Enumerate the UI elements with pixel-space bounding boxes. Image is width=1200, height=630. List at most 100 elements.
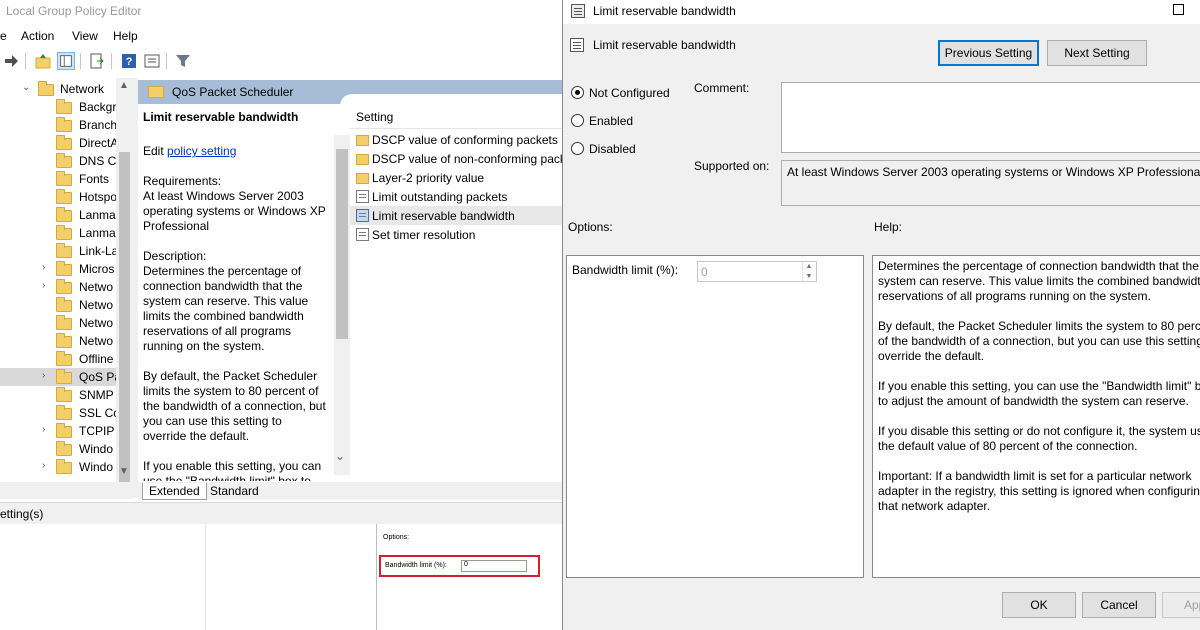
tree-item[interactable]: SSL Co (0, 404, 133, 422)
tree-item-label: Windo (79, 460, 114, 474)
expand-chevron-icon[interactable]: › (42, 424, 45, 435)
folder-icon (56, 279, 72, 294)
tree-item[interactable]: Netwo (0, 296, 133, 314)
status-bar: etting(s) (0, 502, 562, 524)
properties-icon[interactable] (143, 52, 161, 70)
folder-icon (56, 423, 72, 438)
filter-icon[interactable] (174, 52, 192, 70)
tree-item[interactable]: › Micros (0, 260, 133, 278)
setting-label: DSCP value of conforming packets (372, 133, 558, 147)
cancel-button[interactable]: Cancel (1082, 592, 1156, 618)
tree-item[interactable]: Offline (0, 350, 133, 368)
bandwidth-limit-value[interactable]: 0 (701, 265, 708, 279)
tree-item[interactable]: Hotspo (0, 188, 133, 206)
setting-row[interactable]: DSCP value of conforming packets (350, 130, 562, 149)
expand-chevron-icon[interactable]: ⌄ (22, 82, 30, 93)
scroll-up-icon[interactable]: ▲ (119, 80, 129, 91)
policy-icon (571, 4, 585, 18)
tree-item-label: Link-La (79, 244, 119, 258)
export-list-icon[interactable] (88, 52, 106, 70)
radio-dot[interactable] (571, 114, 584, 127)
menu-help[interactable]: Help (113, 29, 138, 43)
setting-row[interactable]: Limit outstanding packets (350, 187, 562, 206)
description-scrollbar[interactable]: ⌄ (334, 135, 350, 475)
tree-item-label: Offline (79, 352, 114, 366)
up-folder-icon[interactable] (34, 52, 52, 70)
expand-chevron-icon[interactable]: › (42, 280, 45, 291)
scroll-down-icon[interactable]: ▼ (119, 466, 129, 477)
settings-column-header[interactable]: Setting (356, 110, 393, 124)
ok-button[interactable]: OK (1002, 592, 1076, 618)
folder-icon (56, 207, 72, 222)
qos-header-title: QoS Packet Scheduler (172, 85, 294, 99)
tree-item[interactable]: Lanma (0, 224, 133, 242)
tree-item[interactable]: DNS C (0, 152, 133, 170)
help-paragraph: If you enable this setting, you can use … (878, 379, 1200, 409)
next-setting-button[interactable]: Next Setting (1047, 40, 1147, 66)
setting-row[interactable]: Limit reservable bandwidth (350, 206, 562, 225)
tree-item[interactable]: Netwo (0, 332, 133, 350)
help-icon[interactable]: ? (120, 52, 138, 70)
menu-action[interactable]: Action (21, 29, 54, 43)
tree-horizontal-scrollbar[interactable] (0, 482, 133, 499)
help-line: Determines the percentage of connection … (878, 259, 1199, 273)
tree-item[interactable]: DirectA (0, 134, 133, 152)
edit-policy-line: Edit policy setting (143, 144, 328, 159)
forward-arrow-icon[interactable] (2, 52, 20, 70)
tree-item[interactable]: ⌄ Network (0, 80, 133, 98)
edit-policy-link[interactable]: policy setting (167, 144, 236, 158)
tree-item[interactable]: Link-La (0, 242, 133, 260)
setting-row[interactable]: DSCP value of non-conforming packets (350, 149, 562, 168)
tree-item[interactable]: Windo (0, 440, 133, 458)
tree-scrollbar[interactable]: ▲ ▼ (116, 78, 133, 482)
scroll-thumb[interactable] (336, 149, 348, 339)
menu-view[interactable]: View (72, 29, 98, 43)
tree-item-label: DirectA (79, 136, 119, 150)
radio-dot[interactable] (571, 142, 584, 155)
expand-chevron-icon[interactable]: › (42, 460, 45, 471)
chevron-down-icon[interactable]: ⌄ (335, 449, 345, 463)
maximize-icon[interactable] (1173, 4, 1184, 15)
previous-setting-button[interactable]: Previous Setting (938, 40, 1039, 66)
folder-icon (148, 86, 164, 98)
setting-label: Limit outstanding packets (372, 190, 508, 204)
help-line: of the bandwidth of a connection, but yo… (878, 334, 1200, 348)
spin-down-icon[interactable]: ▼ (802, 272, 815, 281)
tree-item-label: Netwo (79, 298, 114, 312)
show-hide-tree-icon[interactable] (57, 52, 75, 70)
tree-item-label: Lanma (79, 226, 116, 240)
tree-item[interactable]: Backgr (0, 98, 133, 116)
expand-chevron-icon[interactable]: › (42, 370, 45, 381)
spin-up-icon[interactable]: ▲ (802, 262, 815, 271)
scroll-thumb[interactable] (119, 152, 130, 482)
bandwidth-limit-label: Bandwidth limit (%): (572, 263, 679, 277)
folder-icon (56, 333, 72, 348)
toolbar-separator (166, 53, 167, 69)
menu-file[interactable]: e (0, 29, 7, 43)
folder-icon (56, 117, 72, 132)
radio-not-configured[interactable]: Not Configured (571, 84, 691, 102)
tab-extended[interactable]: Extended (142, 483, 207, 500)
radio-disabled[interactable]: Disabled (571, 140, 691, 158)
apply-button[interactable]: Apply (1162, 592, 1200, 618)
tree-item[interactable]: Branch (0, 116, 133, 134)
setting-row[interactable]: Set timer resolution (350, 225, 562, 244)
tree-item[interactable]: Lanma (0, 206, 133, 224)
comment-field[interactable] (781, 82, 1200, 153)
bandwidth-value-small[interactable]: 0 (461, 560, 527, 572)
tree-item[interactable]: Fonts (0, 170, 133, 188)
expand-chevron-icon[interactable]: › (42, 262, 45, 273)
tree-item-label: Branch (79, 118, 118, 132)
tab-standard[interactable]: Standard (204, 483, 265, 500)
tree-item[interactable]: › TCPIP S (0, 422, 133, 440)
tree-item[interactable]: › QoS Pa (0, 368, 133, 386)
radio-dot[interactable] (571, 86, 584, 99)
radio-enabled[interactable]: Enabled (571, 112, 691, 130)
tree-item[interactable]: SNMP (0, 386, 133, 404)
bandwidth-limit-stepper[interactable]: 0 ▲ ▼ (697, 261, 817, 282)
tree-item[interactable]: Netwo (0, 314, 133, 332)
tree-item[interactable]: › Windo (0, 458, 133, 476)
setting-row[interactable]: Layer-2 priority value (350, 168, 562, 187)
tree-item[interactable]: › Netwo (0, 278, 133, 296)
help-line: system can reserve. This value limits th… (878, 274, 1200, 288)
